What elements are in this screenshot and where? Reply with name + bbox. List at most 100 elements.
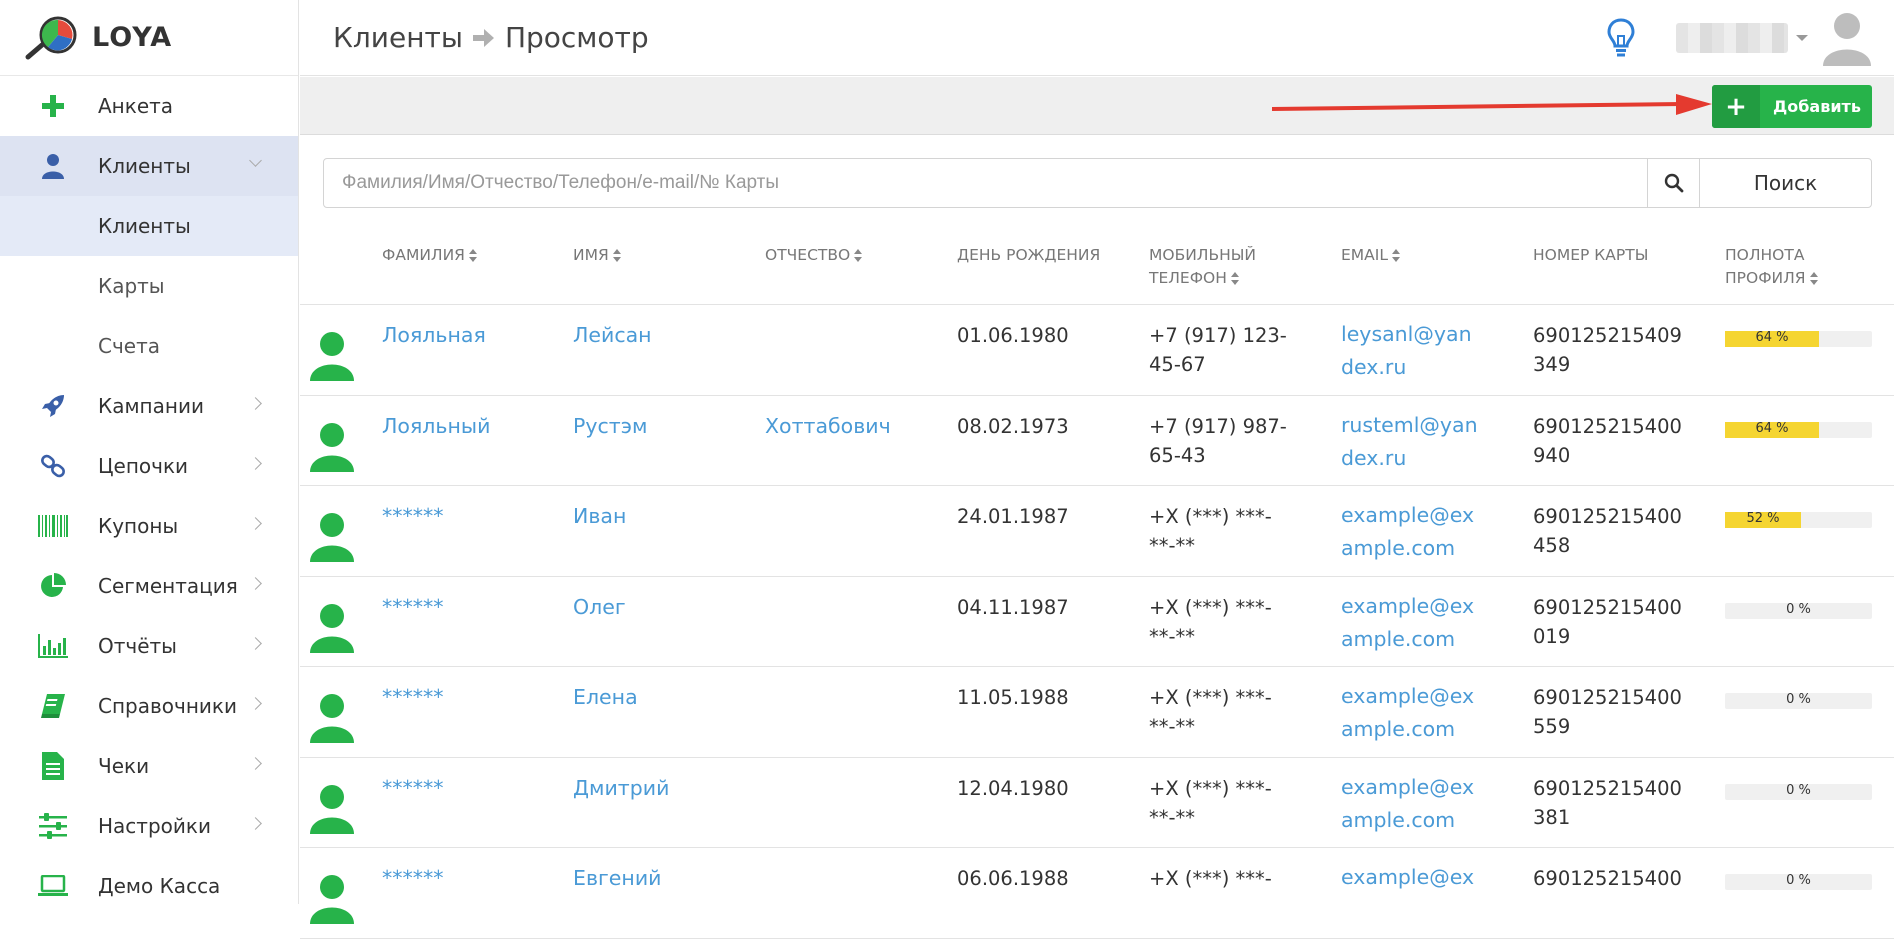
table-header: ФАМИЛИЯ ИМЯ ОТЧЕСТВО ДЕНЬ РОЖДЕНИЯ МОБИЛ… xyxy=(300,230,1894,305)
profile-progress-label: 0 % xyxy=(1786,782,1811,798)
chevron-down-icon xyxy=(249,154,262,167)
cell-lastname[interactable]: Лояльная xyxy=(382,321,486,350)
cell-firstname[interactable]: Олег xyxy=(573,593,626,622)
cell-email[interactable]: example@ex ample.com xyxy=(1341,771,1474,837)
logo-text: LOYA xyxy=(92,22,173,53)
profile-progress-label: 64 % xyxy=(1755,330,1789,345)
cell-card: 690125215409 349 xyxy=(1533,324,1682,376)
person-icon xyxy=(309,784,355,834)
column-firstname[interactable]: ИМЯ xyxy=(573,244,622,267)
cell-lastname[interactable]: ****** xyxy=(382,593,444,622)
sidebar-item-campaigns[interactable]: Кампании xyxy=(0,376,298,436)
cell-card: 690125215400 381 xyxy=(1533,776,1682,829)
table-row[interactable]: ****** Олег 04.11.1987 +X (***) ***- **-** ex… xyxy=(300,577,1894,667)
user-icon xyxy=(36,152,70,180)
cell-firstname[interactable]: Рустэм xyxy=(573,412,647,441)
sidebar-item-chains[interactable]: Цепочки xyxy=(0,436,298,496)
profile-progress: 0 % xyxy=(1725,602,1872,619)
search-icon[interactable] xyxy=(1647,159,1699,207)
sidebar-item-settings[interactable]: Настройки xyxy=(0,796,298,856)
cell-email[interactable]: example@ex ample.com xyxy=(1341,499,1474,565)
cell-card: 690125215400 019 xyxy=(1533,595,1682,648)
cell-firstname[interactable]: Евгений xyxy=(573,864,661,893)
sidebar-subitem-cards[interactable]: Карты xyxy=(0,256,298,316)
avatar[interactable] xyxy=(1822,10,1872,66)
breadcrumb-clients[interactable]: Клиенты xyxy=(333,21,463,54)
profile-progress: 64 % xyxy=(1725,421,1872,438)
username[interactable] xyxy=(1676,23,1788,53)
cell-birthday: 06.06.1988 xyxy=(957,867,1069,890)
breadcrumb-view: Просмотр xyxy=(504,21,649,54)
sort-icon xyxy=(468,249,478,262)
column-profile[interactable]: ПОЛНОТА ПРОФИЛЯ xyxy=(1725,244,1819,290)
cell-lastname[interactable]: ****** xyxy=(382,774,444,803)
sidebar-item-anketa[interactable]: Анкета xyxy=(0,76,298,136)
sidebar-item-label: Сегментация xyxy=(98,574,238,598)
sidebar-item-label: Справочники xyxy=(98,694,237,718)
chain-icon xyxy=(36,452,70,480)
table-row[interactable]: Лояльный Рустэм Хоттабович 08.02.1973 +7 (91… xyxy=(300,396,1894,486)
cell-birthday: 11.05.1988 xyxy=(957,686,1069,709)
cell-card: 690125215400 458 xyxy=(1533,505,1682,557)
profile-progress: 0 % xyxy=(1725,782,1872,800)
cell-email[interactable]: leysanl@yan dex.ru xyxy=(1341,318,1472,384)
table-row[interactable]: ****** Иван 24.01.1987 +X (***) ***- **-** ex… xyxy=(300,486,1894,577)
search-button[interactable]: Поиск xyxy=(1699,159,1871,207)
chevron-right-icon xyxy=(249,757,262,770)
sidebar-item-reports[interactable]: Отчёты xyxy=(0,616,298,676)
cell-phone: +X (***) ***- **-** xyxy=(1149,505,1272,557)
cell-firstname[interactable]: Елена xyxy=(573,683,638,712)
profile-progress: 64 % xyxy=(1725,330,1872,347)
table-row[interactable]: Лояльная Лейсан 01.06.1980 +7 (917) 123- 45-… xyxy=(300,305,1894,396)
sidebar-item-label: Отчёты xyxy=(98,634,177,658)
cell-email[interactable]: example@ex xyxy=(1341,861,1474,894)
cell-lastname[interactable]: ****** xyxy=(382,864,444,893)
lightbulb-icon[interactable] xyxy=(1606,18,1636,58)
cell-patronymic[interactable]: Хоттабович xyxy=(765,412,891,441)
sidebar-item-clients[interactable]: Клиенты xyxy=(0,136,298,196)
sidebar-subitem-accounts[interactable]: Счета xyxy=(0,316,298,376)
sidebar-item-segmentation[interactable]: Сегментация xyxy=(0,556,298,616)
cell-lastname[interactable]: Лояльный xyxy=(382,412,490,441)
header-right xyxy=(1606,0,1872,76)
annotation-arrow-icon xyxy=(1272,94,1712,115)
plus-icon xyxy=(36,92,70,120)
sidebar-item-coupons[interactable]: Купоны xyxy=(0,496,298,556)
cell-lastname[interactable]: ****** xyxy=(382,683,444,712)
caret-down-icon[interactable] xyxy=(1796,35,1808,41)
column-phone[interactable]: МОБИЛЬНЫЙ ТЕЛЕФОН xyxy=(1149,244,1256,290)
table-row[interactable]: ****** Дмитрий 12.04.1980 +X (***) ***- **-*… xyxy=(300,758,1894,848)
cell-email[interactable]: rusteml@yan dex.ru xyxy=(1341,409,1478,475)
cell-phone: +7 (917) 987- 65-43 xyxy=(1149,414,1287,467)
cell-email[interactable]: example@ex ample.com xyxy=(1341,590,1474,656)
cell-firstname[interactable]: Дмитрий xyxy=(573,774,669,803)
column-email[interactable]: EMAIL xyxy=(1341,244,1401,267)
logo-icon xyxy=(25,16,77,59)
profile-progress-label: 0 % xyxy=(1786,692,1811,707)
cell-phone: +X (***) ***- **-** xyxy=(1149,686,1272,738)
sidebar-item-receipts[interactable]: Чеки xyxy=(0,736,298,796)
cell-email[interactable]: example@ex ample.com xyxy=(1341,680,1474,746)
header: Клиенты Просмотр xyxy=(300,0,1894,76)
person-icon xyxy=(309,874,355,924)
column-patronymic[interactable]: ОТЧЕСТВО xyxy=(765,244,863,267)
cell-firstname[interactable]: Иван xyxy=(573,502,626,531)
sidebar-item-label: Анкета xyxy=(98,94,174,118)
table-row[interactable]: ****** Елена 11.05.1988 +X (***) ***- **-** e… xyxy=(300,667,1894,758)
search-input[interactable] xyxy=(324,159,1647,207)
book-icon xyxy=(36,692,70,720)
cell-card: 690125215400 xyxy=(1533,867,1682,890)
cell-firstname[interactable]: Лейсан xyxy=(573,321,652,350)
logo[interactable]: LOYA xyxy=(0,0,298,76)
sidebar-subitem-clients[interactable]: Клиенты xyxy=(0,196,298,256)
sort-icon xyxy=(1391,249,1401,262)
cell-phone: +X (***) ***- **-** xyxy=(1149,595,1272,648)
column-card: НОМЕР КАРТЫ xyxy=(1533,246,1649,264)
cell-lastname[interactable]: ****** xyxy=(382,502,444,531)
sidebar-item-demo-cashier[interactable]: Демо Касса xyxy=(0,856,298,916)
add-button[interactable]: + Добавить xyxy=(1712,85,1872,128)
table-row[interactable]: ****** Евгений 06.06.1988 +X (***) ***- exam… xyxy=(300,848,1894,939)
column-lastname[interactable]: ФАМИЛИЯ xyxy=(382,244,478,267)
sidebar-item-references[interactable]: Справочники xyxy=(0,676,298,736)
person-icon xyxy=(309,331,355,381)
